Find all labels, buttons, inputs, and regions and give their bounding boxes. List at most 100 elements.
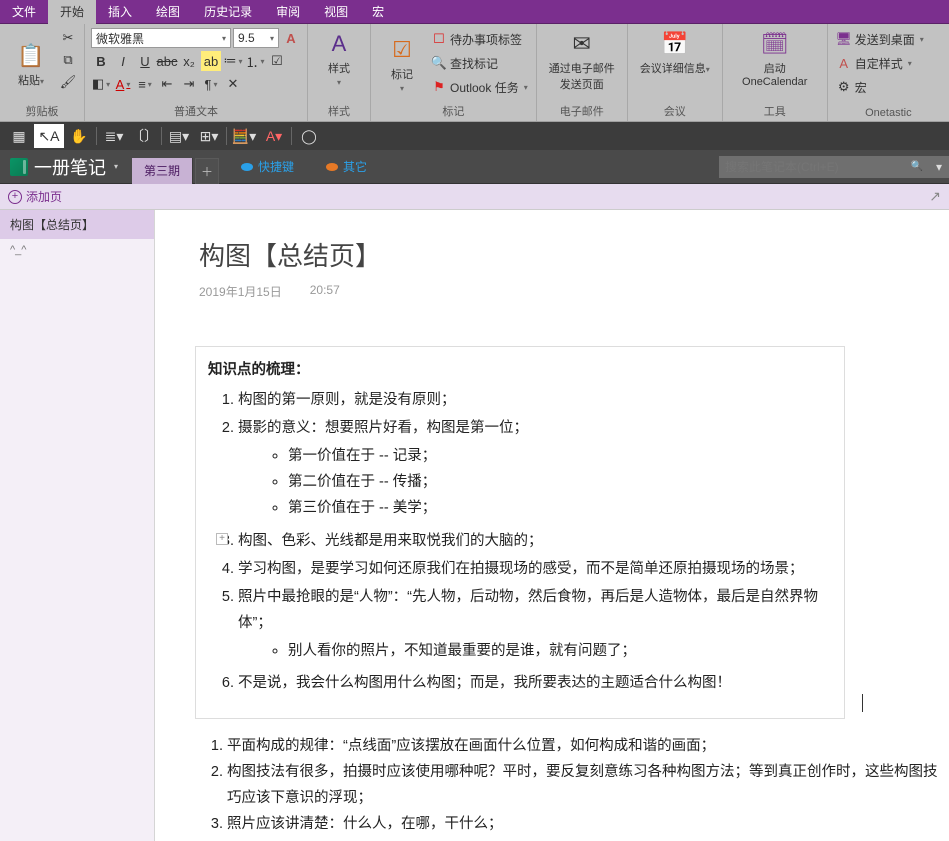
list-item[interactable]: 第一价值在于 -- 记录； [288, 443, 832, 469]
flag-icon: ⚑ [431, 79, 447, 95]
list-item[interactable]: 简洁的画面可以升华主题，突出主体； [227, 838, 949, 841]
menu-file[interactable]: 文件 [0, 0, 48, 24]
bold-button[interactable]: B [91, 51, 111, 71]
outline-toggle[interactable]: + [216, 533, 228, 545]
qt-font-color-button[interactable]: A▾ [259, 124, 289, 148]
paste-button[interactable]: 📋 粘贴▾ [6, 28, 56, 101]
list-item[interactable]: 别人看你的照片，不知道最重要的是谁，就有问题了； [288, 638, 832, 664]
fill-color-button[interactable]: ◧▾ [91, 74, 111, 94]
list-item[interactable]: 构图的第一原则，就是没有原则； [238, 387, 832, 413]
tag-icon: ☑ [388, 36, 416, 64]
list-item[interactable]: 平面构成的规律：“点线面”应该摆放在画面什么位置，如何构成和谐的画面； [227, 733, 949, 759]
clear-format-button[interactable]: A [281, 28, 301, 48]
menu-review[interactable]: 审阅 [264, 0, 312, 24]
add-section-button[interactable]: ＋ [195, 158, 219, 184]
page-list-item[interactable]: 构图【总结页】 [0, 210, 154, 240]
desktop-icon: 🖥 [836, 31, 852, 47]
list-item[interactable]: 不是说，我会什么构图用什么构图；而是，我所要表达的主题适合什么构图！ [238, 670, 832, 696]
numbering-button[interactable]: ⒈▾ [245, 51, 265, 71]
macro-button[interactable]: ⚙宏 [834, 76, 943, 98]
page-title[interactable]: 构图【总结页】 [155, 236, 949, 273]
format-painter-button[interactable]: 🖌 [58, 72, 78, 92]
todo-tag-button[interactable]: ☐待办事项标签 [429, 28, 530, 50]
page-date[interactable]: 2019年1月15日 [199, 283, 282, 300]
tag-button[interactable]: ☑ 标记▾ [377, 28, 427, 101]
section-link-shortcuts[interactable]: 快捷键 [231, 154, 304, 180]
note-heading[interactable]: 知识点的梳理： [208, 357, 832, 383]
find-tags-button[interactable]: 🔍查找标记 [429, 52, 530, 74]
search-scope-button[interactable]: ▾ [929, 156, 949, 178]
menu-macro[interactable]: 宏 [360, 0, 396, 24]
cut-button[interactable]: ✂ [58, 28, 78, 48]
outlook-tasks-button[interactable]: ⚑Outlook 任务▾ [429, 76, 530, 98]
menu-home[interactable]: 开始 [48, 0, 96, 24]
list-item[interactable]: 构图技法有很多，拍摄时应该使用哪种呢？平时，要反复刻意练习各种构图方法；等到真正… [227, 759, 949, 811]
subscript-button[interactable]: x₂ [179, 51, 199, 71]
note-canvas[interactable]: 构图【总结页】 2019年1月15日 20:57 知识点的梳理： 构图的第一原则… [155, 210, 949, 841]
qt-bracket-button[interactable]: 〔〕 [129, 124, 159, 148]
styles-shortcut[interactable]: ✕ [223, 74, 243, 94]
list-item[interactable]: 照片中最抢眼的是“人物”：“先人物，后动物，然后食物，再后是人造物体，最后是自然… [238, 584, 832, 664]
italic-button[interactable]: I [113, 51, 133, 71]
ribbon-group-email: ✉ 通过电子邮件发送页面 电子邮件 [537, 24, 628, 121]
note-outline[interactable]: 知识点的梳理： 构图的第一原则，就是没有原则； 摄影的意义：想要照片好看，构图是… [195, 346, 845, 719]
qt-circle-button[interactable]: ◯ [294, 124, 324, 148]
align-button[interactable]: ≡▾ [135, 74, 155, 94]
qt-grid-button[interactable]: ▦ [4, 124, 34, 148]
menu-view[interactable]: 视图 [312, 0, 360, 24]
custom-style-button[interactable]: A自定样式▾ [834, 52, 943, 74]
qt-insert-button[interactable]: ⊞▾ [194, 124, 224, 148]
calendar-icon: 📅 [661, 30, 689, 58]
quick-toolbar: ▦ ↖A ✋ ≣▾ 〔〕 ▤▾ ⊞▾ 🧮▾ A▾ ◯ [0, 122, 949, 150]
menu-history[interactable]: 历史记录 [192, 0, 264, 24]
onetastic-group-label: Onetastic [834, 105, 943, 119]
font-size-select[interactable]: 9.5▾ [233, 28, 279, 48]
qt-table-button[interactable]: ▤▾ [164, 124, 194, 148]
ribbon-group-onetastic: 🖥发送到桌面▾ A自定样式▾ ⚙宏 Onetastic [828, 24, 949, 121]
email-page-button[interactable]: ✉ 通过电子邮件发送页面 [543, 28, 621, 94]
notebook-selector[interactable]: 一册笔记 ▾ [0, 150, 128, 183]
search-box[interactable]: 🔍 [719, 156, 929, 178]
meeting-group-label: 会议 [634, 101, 716, 119]
page-list-sub: ^_^ [0, 240, 154, 260]
highlight-button[interactable]: ab [201, 51, 221, 71]
search-input[interactable] [725, 160, 911, 174]
page-time[interactable]: 20:57 [310, 283, 340, 300]
meeting-details-button[interactable]: 📅 会议详细信息▾ [634, 28, 716, 78]
expand-handle[interactable]: ↗ [929, 188, 949, 205]
clipboard-icon: 📋 [17, 42, 45, 70]
font-family-select[interactable]: 微软雅黑▾ [91, 28, 231, 48]
menu-draw[interactable]: 绘图 [144, 0, 192, 24]
qt-list-button[interactable]: ≣▾ [99, 124, 129, 148]
section-link-other[interactable]: 其它 [316, 154, 377, 180]
list-item[interactable]: +构图、色彩、光线都是用来取悦我们的大脑的； [238, 528, 832, 554]
font-color-button[interactable]: A▾ [113, 74, 133, 94]
list-item[interactable]: 照片应该讲清楚：什么人，在哪，干什么； [227, 811, 949, 837]
list-item[interactable]: 第二价值在于 -- 传播； [288, 469, 832, 495]
menu-insert[interactable]: 插入 [96, 0, 144, 24]
ribbon-group-tools: 🗓 启动 OneCalendar 工具 [723, 24, 828, 121]
bullets-button[interactable]: ≔▾ [223, 51, 243, 71]
qt-calc-button[interactable]: 🧮▾ [229, 124, 259, 148]
send-desktop-button[interactable]: 🖥发送到桌面▾ [834, 28, 943, 50]
tab-section-active[interactable]: 第三期 [132, 158, 193, 184]
styles-group-label: 样式 [314, 101, 364, 119]
list-item[interactable]: 学习构图，是要学习如何还原我们在拍摄现场的感受，而不是简单还原拍摄现场的场景； [238, 556, 832, 582]
list-item[interactable]: 第三价值在于 -- 美学； [288, 495, 832, 521]
qt-cursor-button[interactable]: ↖A [34, 124, 64, 148]
add-page-button[interactable]: + 添加页 [0, 188, 70, 205]
paragraph-button[interactable]: ¶▾ [201, 74, 221, 94]
checklist-button[interactable]: ☑ [267, 51, 287, 71]
notebook-bar: 一册笔记 ▾ 第三期 ＋ 快捷键 其它 🔍 ▾ [0, 150, 949, 184]
list-item[interactable]: 摄影的意义：想要照片好看，构图是第一位； 第一价值在于 -- 记录； 第二价值在… [238, 415, 832, 521]
search-icon[interactable]: 🔍 [911, 161, 923, 172]
strike-button[interactable]: abc [157, 51, 177, 71]
styles-button[interactable]: A 样式▾ [314, 28, 364, 90]
copy-button[interactable]: ⧉ [58, 50, 78, 70]
onecalendar-button[interactable]: 🗓 启动 OneCalendar [729, 28, 821, 90]
outdent-button[interactable]: ⇤ [157, 74, 177, 94]
underline-button[interactable]: U [135, 51, 155, 71]
onecalendar-icon: 🗓 [761, 30, 789, 58]
qt-hand-button[interactable]: ✋ [64, 124, 94, 148]
indent-button[interactable]: ⇥ [179, 74, 199, 94]
